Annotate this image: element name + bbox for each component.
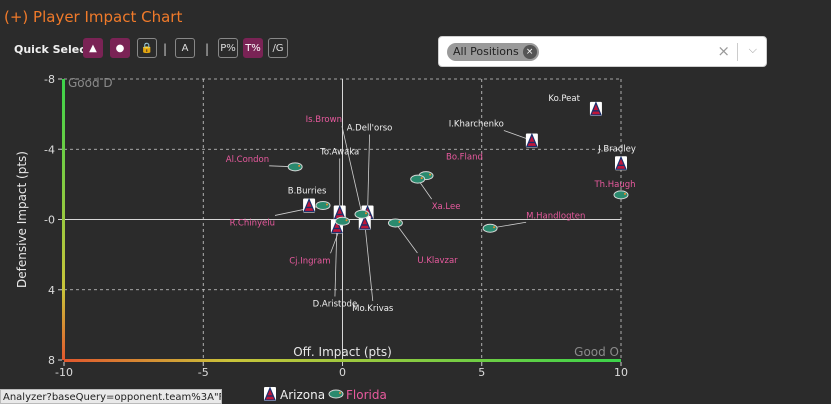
y-tick-label: 8 [48,354,55,367]
point-label: U.Klavzar [417,256,458,266]
florida-marker-eye [326,203,329,206]
point-label: B.Burries [288,186,327,196]
florida-marker-body [613,190,629,200]
florida-point [328,389,344,399]
quadrant-label-good-d: Good D [68,76,113,90]
x-axis-title: Off. Impact (pts) [293,345,392,359]
florida-point [613,190,629,200]
point-label: Is.Brown [306,115,342,125]
x-tick-label: 10 [614,366,628,379]
florida-marker-eye [398,221,401,224]
florida-marker-eye [493,226,496,229]
x-tick-label: 5 [478,366,485,379]
leader-line [341,126,363,215]
florida-marker-eye [624,192,626,195]
arizona-point [615,155,627,171]
point-label: D.Aristode [313,300,358,310]
arizona-point [303,197,316,213]
florida-marker-body [328,389,344,399]
florida-marker-eye [298,164,301,167]
florida-marker-body [315,200,331,210]
point-label: R.Chinyelu [230,218,275,228]
point-label: Al.Condon [226,155,269,165]
quadrant-label-good-o: Good O [574,345,619,359]
point-label: To.Awaka [319,147,359,157]
florida-marker-eye [339,392,341,394]
florida-marker-body [335,216,350,226]
point-label: Xa.Lee [432,202,461,212]
x-tick-label: -10 [55,366,73,379]
florida-point [335,216,350,226]
florida-marker-eye [420,177,423,180]
point-label: Bo.Fland [446,153,483,163]
y-tick-label: -8 [44,73,55,86]
florida-point [410,174,426,184]
scatter-chart: -10 -5 0 5 10 -8 -4 -0 4 8 Off. Impact (pts) Defens… [15,73,636,402]
florida-marker-eye [345,219,348,222]
arizona-point [264,386,276,401]
legend-label: Florida [346,388,387,402]
florida-point [482,223,498,233]
florida-marker-body [287,162,303,172]
x-tick-label: 0 [339,366,346,379]
point-label: Ko.Peat [548,94,580,104]
y-tick-label: 4 [48,284,55,297]
x-tick-label: -5 [198,366,209,379]
florida-marker-body [482,223,498,233]
arizona-point [589,101,602,116]
point-label: J.Bradley [597,144,636,154]
florida-point [287,162,303,172]
point-label: M.Handlogten [526,211,585,221]
y-tick-label: -4 [44,143,55,156]
point-label: Th.Haugh [593,180,635,190]
point-label: Mo.Krivas [352,304,394,314]
florida-marker-body [354,209,370,219]
florida-point [387,218,403,228]
leader-line [274,205,324,216]
florida-marker-body [387,218,403,228]
status-url: Analyzer?baseQuery=opponent.team%3A"Flo.… [0,389,222,404]
leader-line [364,222,374,302]
florida-marker-body [410,174,426,184]
point-label: I.Kharchenko [449,119,504,129]
y-tick-label: -0 [44,214,55,227]
leader-line [395,222,418,254]
leader-line [367,134,370,213]
x-axis-line [64,359,621,362]
florida-point [315,200,331,210]
legend-label: Arizona [280,388,325,402]
florida-marker-eye [429,173,432,176]
arizona-point [525,132,538,148]
y-axis-line [62,79,65,360]
point-label: Cj.Ingram [289,256,330,266]
florida-marker-eye [364,212,367,215]
florida-point [354,209,370,219]
y-axis-title: Defensive Impact (pts) [15,151,29,288]
point-label: A.Dell'orso [347,123,393,133]
